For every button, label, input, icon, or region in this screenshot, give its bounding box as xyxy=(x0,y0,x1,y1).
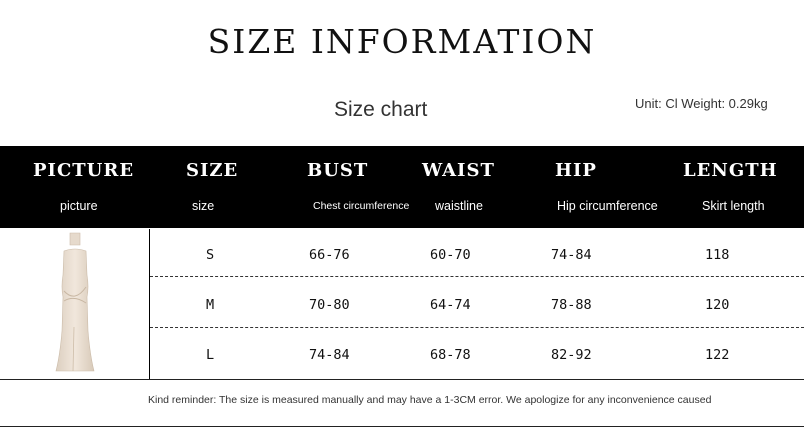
unit-weight-text: Unit: Cl Weight: 0.29kg xyxy=(635,96,768,111)
table-bottom-border xyxy=(0,379,804,380)
table-row: M 70-80 64-74 78-88 120 xyxy=(150,280,804,330)
footer-border xyxy=(0,426,804,427)
header-hip-subtitle: Hip circumference xyxy=(557,199,658,213)
header-size-subtitle: size xyxy=(192,199,215,213)
cell-hip: 78-88 xyxy=(551,297,592,313)
cell-bust: 74-84 xyxy=(309,347,350,363)
cell-waist: 64-74 xyxy=(430,297,471,313)
header-picture-subtitle: picture xyxy=(60,199,98,213)
cell-size: S xyxy=(206,247,215,263)
cell-size: M xyxy=(206,297,215,313)
header-hip-title: HIP xyxy=(555,160,597,181)
cell-waist: 60-70 xyxy=(430,247,471,263)
product-picture-cell xyxy=(0,229,150,379)
cell-hip: 82-92 xyxy=(551,347,592,363)
table-row: L 74-84 68-78 82-92 122 xyxy=(150,330,804,380)
cell-waist: 68-78 xyxy=(430,347,471,363)
row-divider xyxy=(150,327,804,328)
kind-reminder: Kind reminder: The size is measured manu… xyxy=(148,394,712,406)
header-bust-title: BUST xyxy=(307,160,369,181)
header-length-subtitle: Skirt length xyxy=(702,199,765,213)
table-header: PICTURE picture SIZE size BUST Chest cir… xyxy=(0,146,804,228)
header-length-title: LENGTH xyxy=(683,160,778,181)
row-divider xyxy=(150,276,804,277)
cell-size: L xyxy=(206,347,215,363)
dress-image xyxy=(55,232,95,372)
cell-length: 120 xyxy=(705,297,730,313)
size-chart-subtitle: Size chart xyxy=(334,98,428,121)
cell-length: 118 xyxy=(705,247,730,263)
page-title: SIZE INFORMATION xyxy=(207,22,597,61)
header-size-title: SIZE xyxy=(186,160,239,181)
cell-bust: 70-80 xyxy=(309,297,350,313)
cell-hip: 74-84 xyxy=(551,247,592,263)
table-row: S 66-76 60-70 74-84 118 xyxy=(150,230,804,280)
cell-bust: 66-76 xyxy=(309,247,350,263)
header-waist-title: WAIST xyxy=(422,160,495,181)
header-waist-subtitle: waistline xyxy=(435,199,483,213)
header-bust-subtitle: Chest circumference xyxy=(313,200,410,212)
cell-length: 122 xyxy=(705,347,730,363)
header-picture-title: PICTURE xyxy=(33,160,135,181)
